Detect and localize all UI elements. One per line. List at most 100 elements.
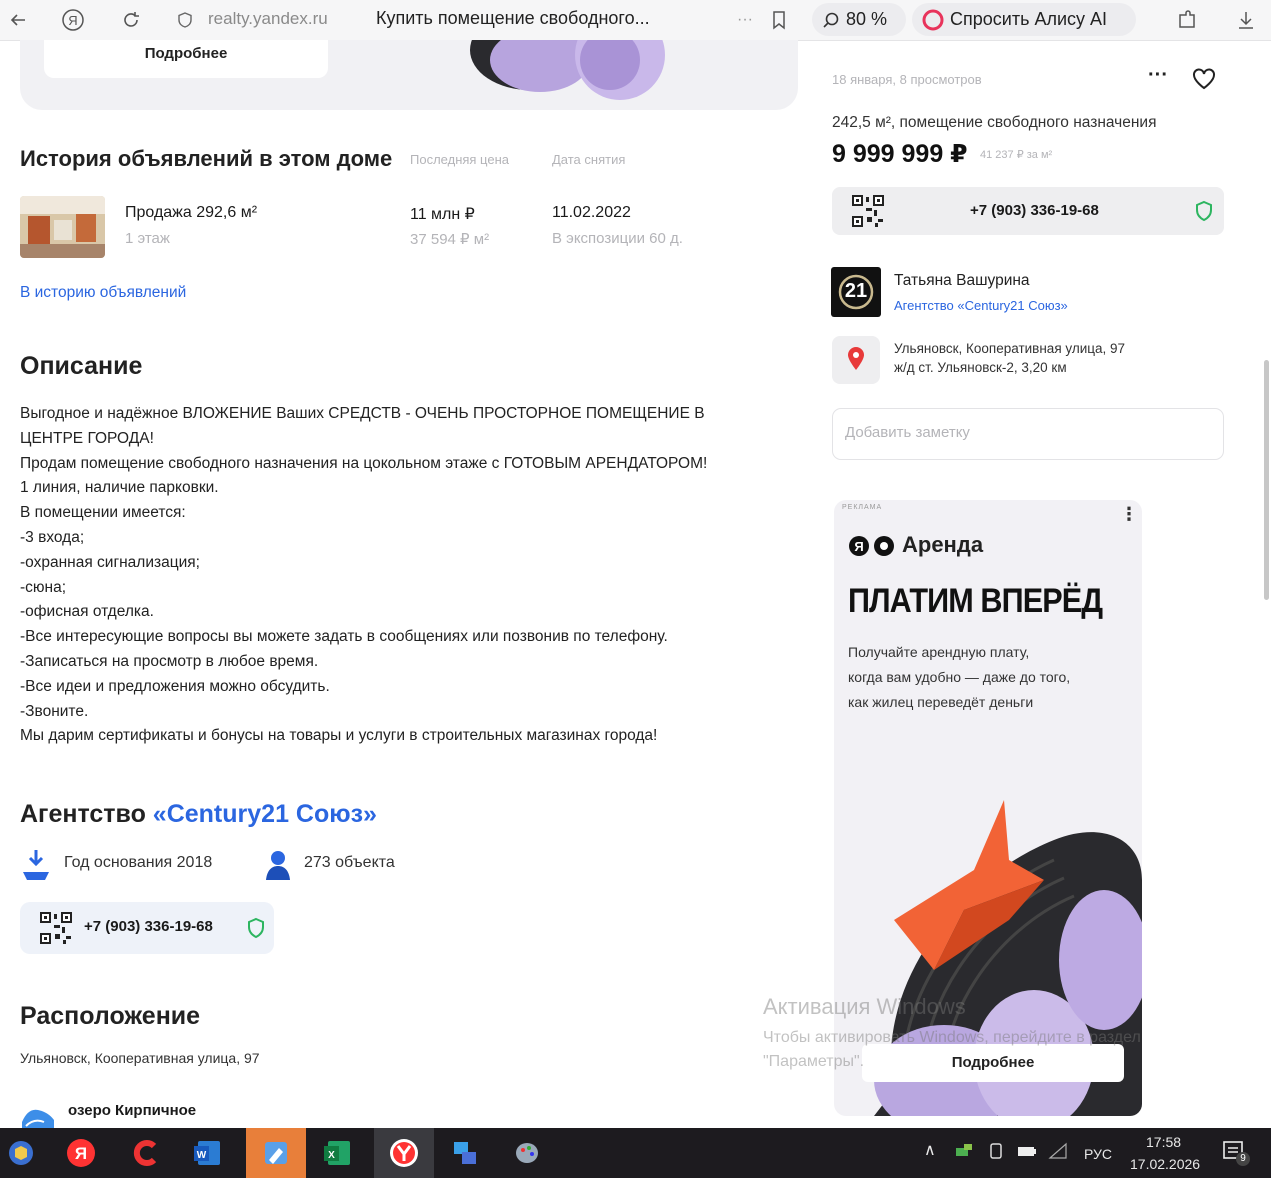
activation-watermark-title: Активация Windows — [763, 994, 966, 1019]
ad-tag: РЕКЛАМА — [842, 504, 883, 511]
history-item-photo[interactable] — [20, 196, 105, 258]
promo-more-button[interactable]: Подробнее — [44, 40, 328, 78]
history-heading: История объявлений в этом доме — [20, 146, 393, 171]
heart-icon[interactable] — [1192, 68, 1216, 90]
activation-watermark-text: Чтобы активировать Windows, перейдите в … — [763, 1026, 1141, 1074]
page-scrollbar[interactable] — [1264, 360, 1269, 600]
description-line: -3 входа; — [20, 528, 85, 546]
tray-network-icon[interactable] — [954, 1142, 974, 1163]
listing-price-m2: 41 237 ₽ за м² — [980, 149, 1053, 161]
agency-name-link[interactable]: «Century21 Союз» — [153, 800, 377, 828]
description-heading: Описание — [20, 352, 143, 380]
location-address: Ульяновск, Кооперативная улица, 97 — [20, 1050, 260, 1066]
history-link[interactable]: В историю объявлений — [20, 284, 186, 302]
reload-icon[interactable] — [116, 4, 146, 36]
agency-phone-button[interactable]: +7 (903) 336-19-68 — [20, 902, 274, 954]
url-domain[interactable]: realty.yandex.ru — [208, 9, 328, 29]
watermark-line: Чтобы активировать Windows, перейдите в … — [763, 1029, 1141, 1046]
description-line: Продам помещение свободного назначения н… — [20, 454, 708, 472]
listing-summary: 242,5 м², помещение свободного назначени… — [832, 114, 1157, 131]
listing-meta: 18 января, 8 просмотров — [832, 72, 982, 87]
excel-icon[interactable]: X — [320, 1136, 354, 1170]
main-content: Подробнее История объявлений в этом доме… — [0, 40, 800, 1128]
tray-wifi-icon[interactable] — [1048, 1142, 1068, 1163]
download-icon[interactable] — [1232, 4, 1260, 36]
word-icon[interactable]: W — [190, 1136, 224, 1170]
svg-text:X: X — [328, 1150, 335, 1161]
description-line: -офисная отделка. — [20, 603, 154, 621]
agency-phone: +7 (903) 336-19-68 — [84, 918, 213, 935]
c-app-icon[interactable] — [128, 1136, 162, 1170]
promo-banner: Подробнее — [20, 40, 798, 110]
location-heading: Расположение — [20, 1002, 201, 1030]
description-line: -Все идеи и предложения можно обсудить. — [20, 677, 330, 695]
search-icon — [823, 12, 839, 28]
coins-illustration — [470, 40, 665, 100]
note-placeholder: Добавить заметку — [845, 424, 970, 441]
extensions-icon[interactable] — [1172, 4, 1202, 36]
agent-agency-link[interactable]: Агентство «Century21 Союз» — [894, 298, 1068, 313]
yandex-browser-icon[interactable] — [374, 1128, 434, 1178]
yandex-logo-icon[interactable]: Я — [58, 4, 88, 36]
watermark-line: "Параметры". — [763, 1053, 865, 1070]
notifications-count: 9 — [1236, 1152, 1250, 1166]
tools-app-icon[interactable] — [510, 1136, 544, 1170]
map-thumb[interactable] — [832, 336, 880, 384]
tray-time[interactable]: 17:58 — [1146, 1134, 1181, 1150]
site-info-icon[interactable] — [172, 4, 198, 36]
yandex-app-icon[interactable]: Я — [64, 1136, 98, 1170]
ad-menu-icon[interactable]: ⋮ — [1120, 504, 1138, 525]
notifications-icon[interactable]: 9 — [1222, 1140, 1250, 1166]
tray-device-icon[interactable] — [988, 1142, 1004, 1163]
more-icon[interactable]: ··· — [732, 4, 758, 36]
description-line: В помещении имеется: — [20, 504, 186, 522]
nearby-lake: озеро Кирпичное — [68, 1102, 197, 1119]
tray-date[interactable]: 17.02.2026 — [1130, 1156, 1200, 1172]
description-line: -охранная сигнализация; — [20, 553, 200, 571]
ad-headline: ПЛАТИМ ВПЕРЁД — [848, 582, 1103, 620]
browser-toolbar: Я realty.yandex.ru Купить помещение своб… — [0, 0, 1271, 41]
description-line: -Все интересующие вопросы вы можете зада… — [20, 628, 668, 646]
shield-check-icon — [1196, 200, 1212, 222]
more-options-icon[interactable]: ··· — [1148, 64, 1168, 87]
history-exposure: В экспозиции 60 д. — [552, 230, 683, 247]
description-line: -Записаться на просмотр в любое время. — [20, 652, 319, 670]
description-line: -Звоните. — [20, 702, 89, 720]
alice-label: Спросить Алису AI — [950, 9, 1108, 29]
description-text: Выгодное и надёжное ВЛОЖЕНИЕ Ваших СРЕДС… — [20, 402, 780, 749]
tray-language[interactable]: РУС — [1084, 1146, 1112, 1162]
agency-heading-prefix: Агентство — [20, 800, 146, 828]
note-input[interactable]: Добавить заметку — [832, 408, 1224, 460]
yandex-logo-icon: Я — [849, 536, 894, 556]
history-price: 11 млн ₽ — [410, 206, 475, 223]
windows-taskbar: Я W X ∧ РУС 17:58 17.02.2026 9 — [0, 1128, 1271, 1178]
description-line: -сюна; — [20, 578, 67, 596]
paint-app-icon[interactable] — [246, 1128, 306, 1178]
tray-chevron-icon[interactable]: ∧ — [924, 1140, 936, 1160]
lake-icon — [20, 1102, 56, 1128]
network-app-icon[interactable] — [448, 1136, 482, 1170]
location-pin-icon — [848, 347, 864, 370]
agent-name[interactable]: Татьяна Вашурина — [894, 272, 1030, 290]
objects-icon — [262, 848, 294, 882]
svg-text:Я: Я — [68, 13, 77, 28]
description-line: ЦЕНТРЕ ГОРОДА! — [20, 429, 154, 447]
listing-station: ж/д ст. Ульяновск-2, 3,20 км — [894, 360, 1067, 375]
shield-check-icon — [248, 917, 264, 939]
page-title-tab: Купить помещение свободного... — [376, 8, 650, 28]
ad-banner[interactable]: РЕКЛАМА ⋮ Я Аренда ПЛАТИМ ВПЕРЁД Получай… — [834, 500, 1142, 1116]
start-icon[interactable] — [4, 1136, 38, 1170]
agency-logo[interactable]: 21 — [831, 267, 881, 317]
listing-phone-button[interactable]: +7 (903) 336-19-68 — [832, 187, 1224, 235]
back-icon[interactable] — [4, 4, 32, 36]
alice-button[interactable]: Спросить Алису AI — [912, 3, 1136, 36]
ad-brand: Аренда — [902, 532, 984, 557]
qr-code-icon — [852, 195, 884, 227]
description-line: Мы дарим сертификаты и бонусы на товары … — [20, 727, 658, 745]
listing-phone: +7 (903) 336-19-68 — [970, 202, 1099, 219]
history-item-title[interactable]: Продажа 292,6 м² — [125, 204, 257, 222]
tray-battery-icon[interactable] — [1016, 1142, 1038, 1163]
bookmark-icon[interactable] — [766, 4, 792, 36]
zoom-indicator[interactable]: 80 % — [812, 3, 906, 36]
qr-code-icon — [40, 912, 72, 944]
